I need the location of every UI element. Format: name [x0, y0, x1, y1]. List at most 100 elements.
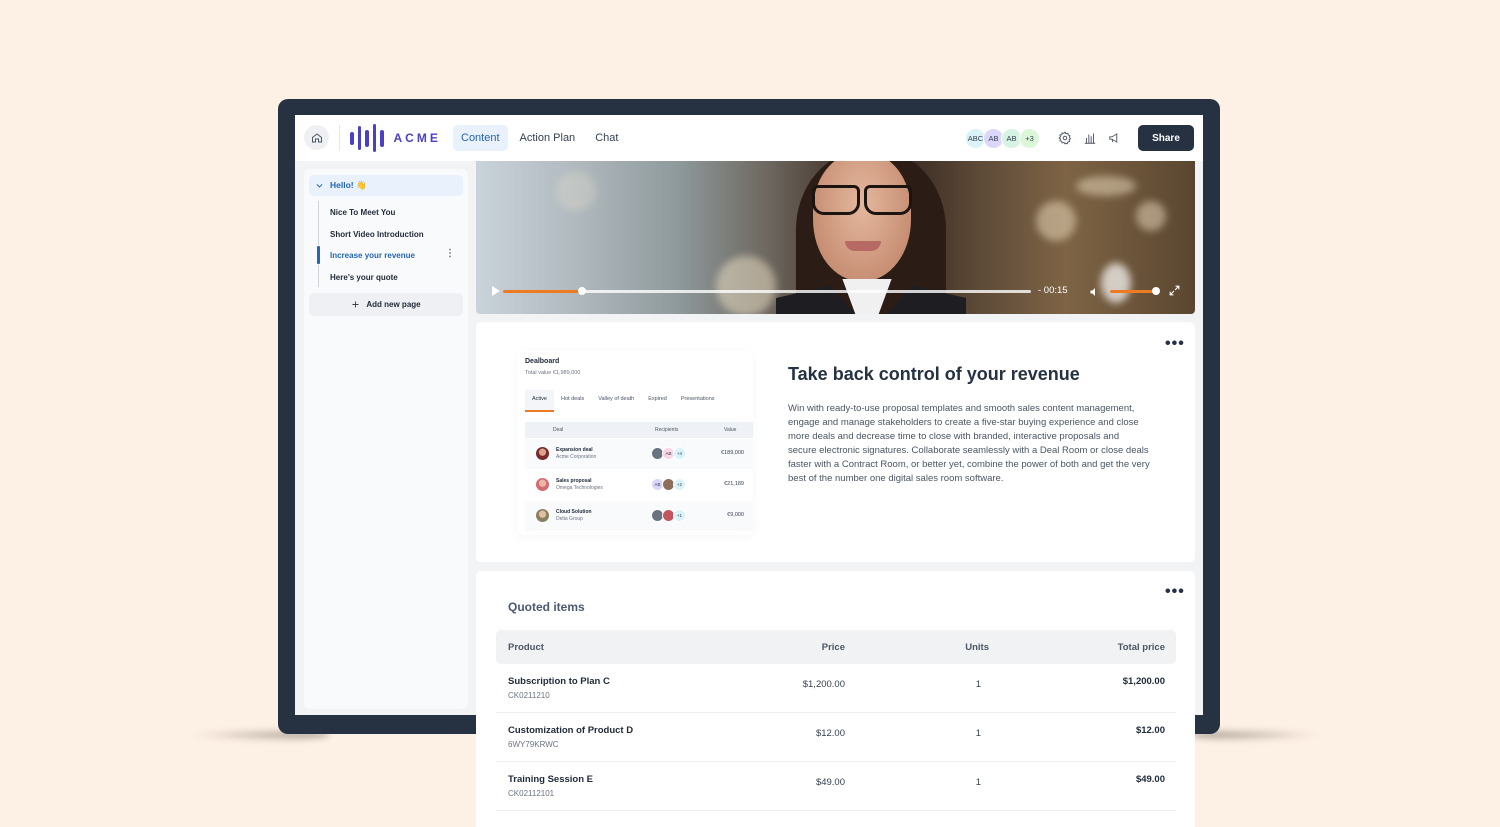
deal-value: €9,000	[727, 512, 744, 518]
column-units: Units	[965, 642, 989, 653]
deal-avatar	[536, 478, 549, 491]
sidebar-section-hello[interactable]: Hello! 👋	[309, 175, 463, 196]
revenue-card: ••• Dealboard Total value €1,989,000 Act…	[476, 322, 1195, 562]
presenter-face	[813, 161, 911, 281]
product-price: $1,200.00	[802, 679, 845, 690]
gear-icon	[1058, 131, 1072, 145]
home-button[interactable]	[304, 125, 329, 150]
product-name: Customization of Product D	[508, 725, 634, 736]
product-total: $1,200.00	[1122, 676, 1165, 687]
product-units: 1	[975, 679, 981, 690]
dealboard-preview: Dealboard Total value €1,989,000 Active …	[517, 350, 753, 535]
deal-recipients: AB +4	[651, 447, 686, 460]
page-label: Nice To Meet You	[330, 207, 396, 217]
add-page-button[interactable]: Add new page	[309, 293, 463, 316]
deal-company: Omega Technologies	[556, 485, 603, 491]
product-price: $49.00	[815, 777, 845, 788]
dealboard-row: Sales proposal Omega Technologies AB +2 …	[525, 470, 753, 500]
dealboard-total: Total value €1,989,000	[525, 370, 581, 376]
deal-name: Sales proposal	[556, 478, 592, 484]
play-icon[interactable]	[492, 286, 500, 296]
bokeh	[1136, 201, 1166, 231]
kebab-menu-icon[interactable]: ⋮	[445, 249, 455, 259]
acme-logo[interactable]: ACME	[350, 124, 441, 152]
dealboard-tab: Expired	[648, 396, 667, 402]
divider	[339, 125, 340, 151]
sidebar-item-your-quote[interactable]: Here’s your quote	[318, 267, 463, 287]
sidebar-item-short-video[interactable]: Short Video Introduction	[318, 224, 463, 244]
quote-table-header: Product Price Units Total price	[496, 630, 1176, 664]
page-label: Here’s your quote	[330, 272, 398, 282]
announce-button[interactable]	[1107, 130, 1123, 146]
dealboard-tab: Active	[525, 390, 554, 412]
product-sku: CK02112101	[508, 789, 555, 798]
deal-recipients: +1	[651, 509, 686, 522]
bokeh	[1036, 201, 1076, 241]
table-row: Subscription to Plan C CK0211210 $1,200.…	[496, 664, 1176, 713]
time-remaining: - 00:15	[1038, 285, 1068, 296]
volume-slider[interactable]	[1110, 287, 1160, 295]
presenter-smile	[845, 241, 881, 251]
table-row: Customization of Product D 6WY79KRWC $12…	[496, 713, 1176, 762]
logo-mark-icon	[350, 124, 384, 152]
bokeh	[1076, 176, 1136, 196]
share-button[interactable]: Share	[1138, 125, 1194, 151]
product-sku: 6WY79KRWC	[508, 740, 559, 749]
seek-progress	[503, 290, 583, 293]
deal-avatar	[536, 447, 549, 460]
dealboard-title: Dealboard	[525, 358, 560, 365]
deal-company: Acme Corporation	[556, 454, 597, 460]
deal-company: Delta Group	[556, 516, 583, 522]
column-header: Recipients	[655, 427, 679, 433]
bokeh	[556, 171, 596, 211]
deal-recipients: AB +2	[651, 478, 686, 491]
bar-chart-icon	[1084, 133, 1096, 144]
tab-action-plan[interactable]: Action Plan	[512, 125, 584, 151]
product-total: $12.00	[1135, 725, 1165, 736]
quote-table: Product Price Units Total price Subscrip…	[496, 630, 1176, 811]
main-nav: Content Action Plan Chat	[453, 125, 626, 151]
more-options-icon[interactable]: •••	[1165, 584, 1185, 600]
tab-content[interactable]: Content	[453, 125, 508, 151]
column-product: Product	[508, 642, 544, 653]
more-options-icon[interactable]: •••	[1165, 336, 1185, 352]
more-collaborators-badge[interactable]: +3	[1019, 128, 1040, 149]
quote-title: Quoted items	[508, 600, 585, 614]
hero-title: Take back control of your revenue	[788, 364, 1080, 384]
page-label: Short Video Introduction	[330, 229, 424, 239]
fullscreen-icon	[1169, 285, 1180, 296]
dealboard-tab: Hot deals	[560, 396, 585, 402]
presenter-glasses	[808, 185, 916, 215]
volume-handle[interactable]	[1152, 287, 1160, 295]
deal-name: Cloud Solution	[556, 509, 592, 515]
collaborator-avatars[interactable]: ABC AB AB +3	[965, 128, 1040, 149]
sidebar-item-increase-revenue[interactable]: Increase your revenue ⋮	[317, 245, 463, 265]
product-name: Training Session E	[508, 774, 593, 785]
table-row: Training Session E CK02112101 $49.00 1 $…	[496, 762, 1176, 811]
section-label: Hello! 👋	[330, 180, 367, 190]
product-units: 1	[975, 777, 981, 788]
dealboard-row: Cloud Solution Delta Group +1 €9,000	[525, 501, 753, 531]
volume-icon	[1090, 288, 1095, 296]
video-player[interactable]: - 00:15	[476, 161, 1195, 314]
product-sku: CK0211210	[508, 691, 550, 700]
analytics-button[interactable]	[1082, 130, 1098, 146]
deal-avatar	[536, 509, 549, 522]
recipient-more: +1	[673, 509, 686, 522]
column-header: Deal	[553, 427, 564, 433]
settings-button[interactable]	[1057, 130, 1073, 146]
deal-name: Expansion deal	[556, 447, 593, 453]
recipient-more: +4	[673, 447, 686, 460]
product-name: Subscription to Plan C	[508, 676, 610, 687]
quote-card-overflow: ••• Quoted items Product Price Units Tot…	[476, 571, 1195, 827]
column-price: Price	[821, 642, 845, 653]
seek-bar[interactable]	[503, 287, 1031, 295]
logo-text: ACME	[393, 131, 441, 145]
sidebar-item-nice-to-meet-you[interactable]: Nice To Meet You	[318, 202, 463, 222]
chevron-down-icon	[316, 184, 323, 188]
tab-chat[interactable]: Chat	[587, 125, 626, 151]
seek-handle[interactable]	[578, 287, 587, 295]
fullscreen-button[interactable]	[1168, 284, 1181, 302]
deal-value: €21,189	[724, 481, 744, 487]
volume-button[interactable]	[1088, 285, 1102, 303]
